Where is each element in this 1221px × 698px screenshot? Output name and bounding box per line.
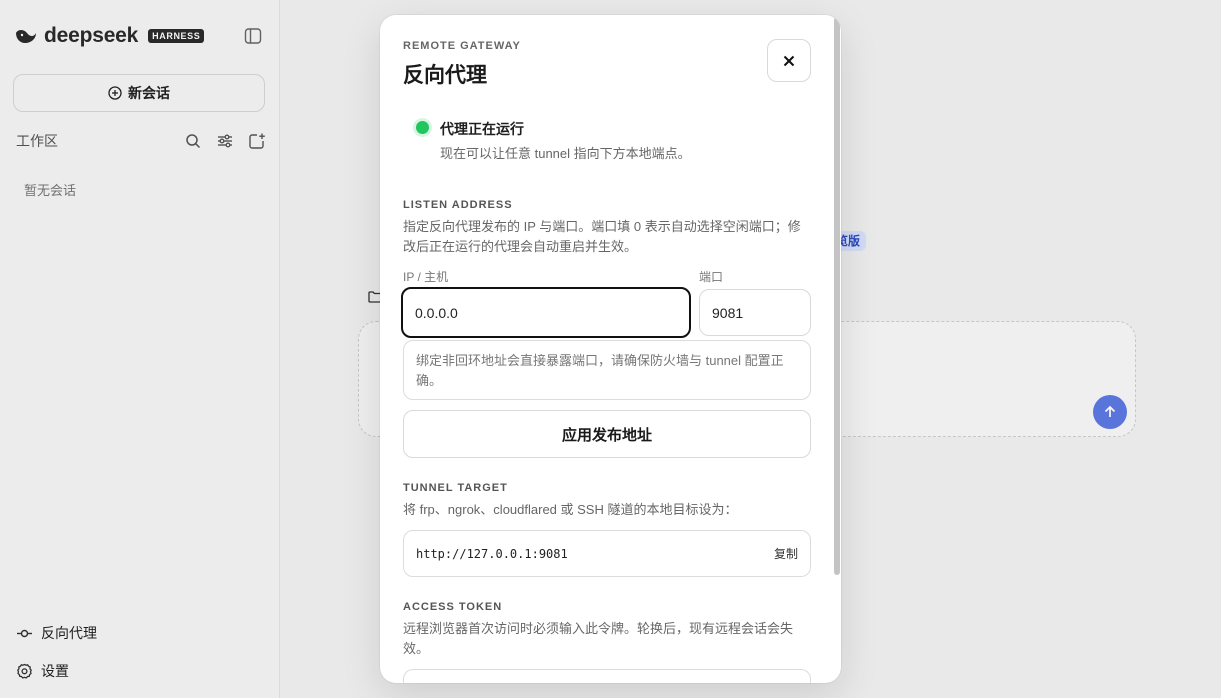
access-token-heading: ACCESS TOKEN (403, 601, 503, 613)
apply-address-button[interactable]: 应用发布地址 (403, 410, 811, 458)
status-indicator (416, 121, 429, 134)
tunnel-url: http://127.0.0.1:9081 (416, 546, 568, 561)
status-title: 代理正在运行 (440, 121, 524, 137)
listen-address-heading: LISTEN ADDRESS (403, 199, 513, 211)
reverse-proxy-dialog: REMOTE GATEWAY 反向代理 代理正在运行 现在可以让任意 tunne… (380, 15, 841, 683)
close-icon (783, 55, 795, 66)
status-description: 现在可以让任意 tunnel 指向下方本地端点。 (440, 146, 691, 161)
ip-field-label: IP / 主机 (403, 270, 449, 284)
bind-warning: 绑定非回环地址会直接暴露端口，请确保防火墙与 tunnel 配置正确。 (403, 340, 811, 400)
dialog-eyebrow: REMOTE GATEWAY (403, 40, 521, 52)
listen-address-description: 指定反向代理发布的 IP 与端口。端口填 0 表示自动选择空闲端口；修改后正在运… (403, 219, 801, 254)
tunnel-url-box: http://127.0.0.1:9081 复制 (403, 530, 811, 577)
ip-input[interactable]: 0.0.0.0 (401, 287, 691, 338)
close-button[interactable] (767, 39, 811, 82)
access-token-field[interactable] (403, 669, 811, 683)
copy-button[interactable]: 复制 (774, 545, 798, 562)
port-field-label: 端口 (699, 270, 724, 284)
tunnel-target-description: 将 frp、ngrok、cloudflared 或 SSH 隧道的本地目标设为： (403, 502, 738, 517)
tunnel-target-heading: TUNNEL TARGET (403, 482, 508, 494)
dialog-title: 反向代理 (403, 64, 487, 87)
scrollbar-thumb[interactable] (834, 17, 840, 575)
access-token-description: 远程浏览器首次访问时必须输入此令牌。轮换后，现有远程会话会失效。 (403, 621, 794, 656)
port-input[interactable]: 9081 (699, 289, 811, 336)
